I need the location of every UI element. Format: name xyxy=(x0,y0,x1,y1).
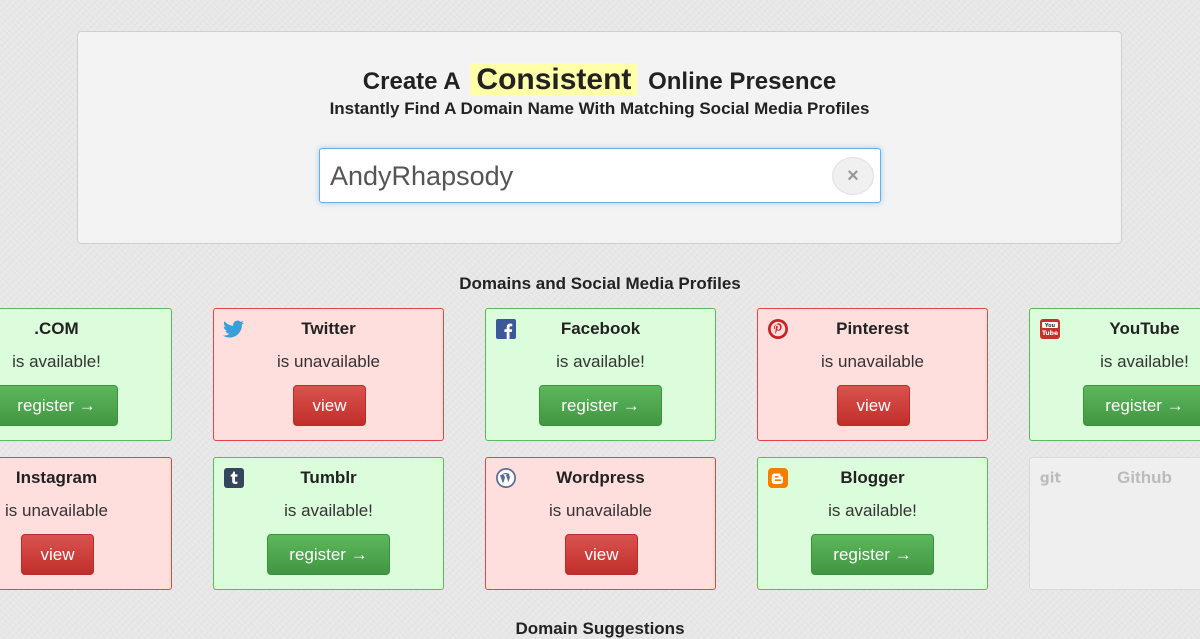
hero-subtitle: Instantly Find A Domain Name With Matchi… xyxy=(329,99,870,118)
result-card-twitter: Twitter is unavailable view xyxy=(213,308,444,441)
card-name: YouTube xyxy=(1109,319,1180,338)
card-name: Instagram xyxy=(15,468,98,487)
card-name: Tumblr xyxy=(300,468,357,487)
card-name: Facebook xyxy=(560,319,641,338)
clear-search-button[interactable]: × xyxy=(832,157,874,195)
register-button[interactable]: register → xyxy=(1083,385,1200,426)
results-section-title: Domains and Social Media Profiles xyxy=(459,274,741,293)
card-name: Blogger xyxy=(840,468,905,487)
view-button[interactable]: view xyxy=(565,534,638,575)
search-input[interactable] xyxy=(328,149,822,204)
register-button[interactable]: register → xyxy=(267,534,390,575)
result-card-pinterest: Pinterest is unavailable view xyxy=(757,308,988,441)
result-card-facebook: Facebook is available! register → xyxy=(485,308,716,441)
search-panel: Create A Consistent Online Presence Inst… xyxy=(77,31,1122,244)
hero-title-end: Online Presence xyxy=(648,68,837,95)
card-status: is unavailable xyxy=(820,352,924,371)
card-status: is available! xyxy=(828,501,917,520)
view-button[interactable]: view xyxy=(293,385,366,426)
result-card-com: .COM is available! register → xyxy=(0,308,172,441)
card-status: is unavailable xyxy=(4,501,108,520)
card-status: is available! xyxy=(1100,352,1189,371)
card-status: is unavailable xyxy=(276,352,380,371)
register-button[interactable]: register → xyxy=(539,385,662,426)
register-button[interactable]: register → xyxy=(0,385,118,426)
card-status: is available! xyxy=(12,352,101,371)
result-card-blogger: Blogger is available! register → xyxy=(757,457,988,590)
suggestions-section-title: Domain Suggestions xyxy=(515,619,685,638)
hero-title: Create A Consistent Online Presence xyxy=(78,60,1121,102)
result-card-youtube: You Tube YouTube is available! register → xyxy=(1029,308,1200,441)
card-name: Pinterest xyxy=(836,319,909,338)
register-button[interactable]: register → xyxy=(811,534,934,575)
card-name: Wordpress xyxy=(556,468,645,487)
hero-title-start: Create A xyxy=(362,68,460,95)
result-card-github: git Github xyxy=(1029,457,1200,590)
card-status: is available! xyxy=(556,352,645,371)
card-status: is unavailable xyxy=(548,501,652,520)
card-name: .COM xyxy=(34,319,79,338)
card-name: Twitter xyxy=(301,319,356,338)
card-name: Github xyxy=(1117,468,1172,487)
card-status: is available! xyxy=(284,501,373,520)
view-button[interactable]: view xyxy=(837,385,910,426)
result-card-tumblr: Tumblr is available! register → xyxy=(213,457,444,590)
view-button[interactable]: view xyxy=(21,534,94,575)
hero-title-highlight: Consistent xyxy=(470,63,638,96)
result-card-instagram: Instagram is unavailable view xyxy=(0,457,172,590)
search-box: × xyxy=(319,148,881,204)
result-card-wordpress: Wordpress is unavailable view xyxy=(485,457,716,590)
